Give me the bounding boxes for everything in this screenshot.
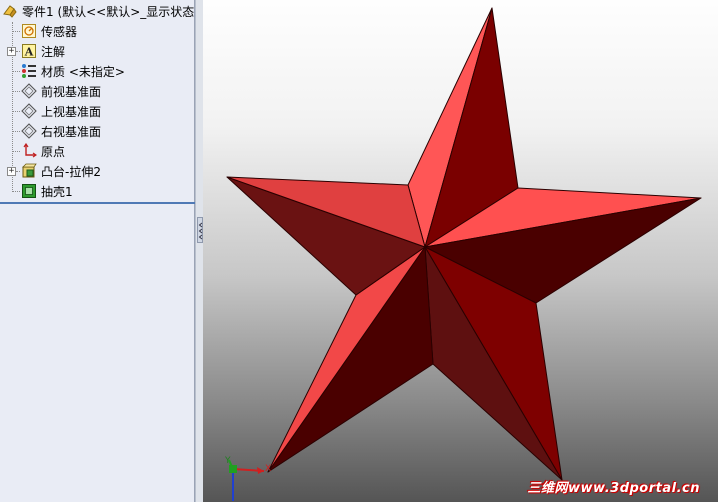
tree-item-label: 上视基准面 — [41, 104, 102, 119]
tree-item-material[interactable]: 材质 <未指定> — [21, 61, 125, 81]
tree-item-front-plane[interactable]: 前视基准面 — [21, 81, 101, 101]
tree-connector — [12, 131, 20, 132]
site-watermark: 三维网www.3dportal.cn — [527, 481, 700, 496]
sensor-icon — [21, 23, 37, 39]
expand-toggle-annotations[interactable]: + — [7, 47, 16, 56]
plane-icon — [21, 83, 37, 99]
tree-item-boss-extrude[interactable]: 凸台-拉伸2 — [21, 161, 101, 181]
tree-connector — [16, 51, 20, 52]
plane-icon — [21, 103, 37, 119]
tree-item-label: 抽壳1 — [41, 184, 73, 199]
tree-item-label: 右视基准面 — [41, 124, 102, 139]
feature-manager-tree: 零件1 (默认<<默认>_显示状态 + + 传感器 A 注解 材质 <未指定> … — [0, 0, 195, 502]
origin-icon — [21, 142, 38, 159]
tree-item-sensors[interactable]: 传感器 — [21, 21, 77, 41]
tree-item-top-plane[interactable]: 上视基准面 — [21, 101, 101, 121]
svg-text:A: A — [24, 46, 34, 59]
panel-splitter[interactable] — [195, 0, 203, 502]
tree-connector — [12, 31, 20, 32]
star-model[interactable] — [203, 0, 718, 502]
tree-item-label: 原点 — [41, 144, 66, 159]
tree-item-label: 材质 <未指定> — [41, 64, 125, 79]
tree-root-label: 零件1 (默认<<默认>_显示状态 — [22, 4, 195, 19]
x-axis-arrow-icon — [257, 467, 264, 474]
annotation-icon: A — [21, 43, 37, 59]
tree-item-label: 传感器 — [41, 24, 78, 39]
expand-toggle-extrude[interactable]: + — [7, 167, 16, 176]
tree-item-annotations[interactable]: A 注解 — [21, 41, 65, 61]
tree-item-origin[interactable]: 原点 — [21, 141, 65, 161]
tree-item-right-plane[interactable]: 右视基准面 — [21, 121, 101, 141]
tree-connector — [12, 91, 20, 92]
triad-y-label: Y — [225, 456, 231, 466]
plane-icon — [21, 123, 37, 139]
tree-root-part[interactable]: 零件1 (默认<<默认>_显示状态 — [2, 1, 194, 21]
graphics-viewport[interactable]: X Y 三维网www.3dportal.cn — [203, 0, 718, 502]
tree-connector — [12, 111, 20, 112]
rollback-bar[interactable] — [0, 202, 195, 204]
tree-item-label: 凸台-拉伸2 — [41, 164, 101, 179]
part-icon — [2, 3, 18, 19]
tree-item-label: 前视基准面 — [41, 84, 102, 99]
origin-cube-icon — [229, 465, 237, 473]
material-icon — [21, 63, 37, 79]
triad-x-label: X — [265, 464, 272, 474]
tree-connector — [12, 151, 20, 152]
shell-icon — [21, 183, 37, 199]
extrude-icon — [21, 163, 37, 179]
tree-connector — [12, 191, 20, 192]
tree-item-label: 注解 — [41, 44, 66, 59]
tree-connector — [12, 71, 20, 72]
tree-item-shell[interactable]: 抽壳1 — [21, 181, 73, 201]
tree-connector — [16, 171, 20, 172]
